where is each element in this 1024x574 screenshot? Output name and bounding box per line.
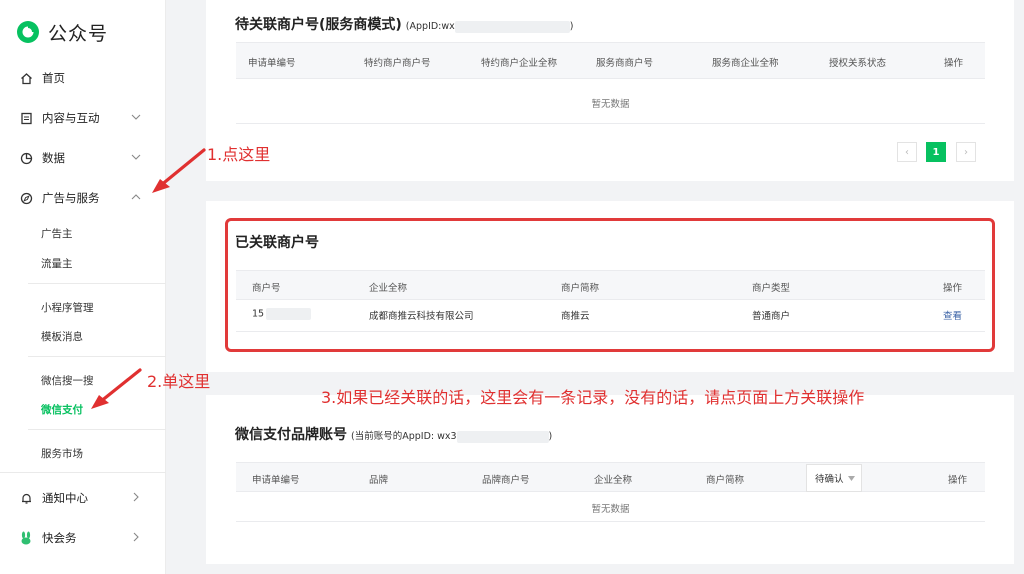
annotation-step1: 1.点这里 [207, 145, 271, 164]
brand-title: 微信支付品牌账号 (当前账号的AppID: wx3) [235, 424, 552, 444]
redacted-appid [454, 20, 570, 33]
col-header: 服务商企业全称 [712, 58, 779, 69]
col-header: 品牌商户号 [482, 475, 530, 486]
brand-table-header: 申请单编号 品牌 品牌商户号 企业全称 商户简称 待确认 操作 [236, 462, 985, 492]
sidebar-item-label: 内容与互动 [42, 111, 100, 125]
redacted-appid [456, 430, 549, 443]
sidebar-item-label: 通知中心 [42, 491, 88, 505]
app-name: 公众号 [48, 22, 109, 45]
annotation-step2: 2.单这里 [147, 372, 211, 391]
empty-state: 暂无数据 [591, 99, 630, 110]
appid-suffix: ) [548, 431, 553, 442]
col-header: 操作 [948, 475, 968, 486]
document-icon [19, 111, 33, 125]
caret-down-icon [848, 476, 855, 481]
sidebar-item-data[interactable]: 数据 [0, 147, 166, 169]
col-header: 商户简称 [706, 475, 745, 486]
sidebar-divider [0, 472, 166, 473]
col-header: 品牌 [369, 475, 389, 486]
compass-icon [19, 191, 33, 205]
pending-merchants-card: 待关联商户号(服务商模式) (AppID:wx) 申请单编号 特约商户商户号 特约… [206, 0, 1014, 181]
sidebar-item-label: 广告与服务 [42, 191, 100, 205]
sidebar-item-label: 数据 [42, 151, 65, 165]
sidebar-sub-wechat-pay[interactable]: 微信支付 [41, 402, 83, 417]
next-page-button[interactable]: › [956, 142, 976, 162]
sidebar-item-ads-services[interactable]: 广告与服务 [0, 187, 166, 209]
brand-table: 申请单编号 品牌 品牌商户号 企业全称 商户简称 待确认 操作 暂无数据 [236, 462, 985, 522]
appid-suffix: ) [569, 21, 574, 32]
table-bottom-border [236, 123, 985, 124]
brand-appid-note: (当前账号的AppID: wx3) [351, 430, 553, 443]
highlight-box [225, 218, 995, 352]
sidebar-item-label: 快会务 [42, 531, 77, 545]
current-page-button[interactable]: 1 [926, 142, 946, 162]
col-header: 服务商商户号 [596, 58, 654, 69]
sidebar-divider [28, 283, 166, 284]
appid-prefix: (AppID:wx [405, 21, 455, 32]
prev-page-button[interactable]: ‹ [897, 142, 917, 162]
pending-appid-note: (AppID:wx) [405, 20, 574, 33]
col-header: 操作 [944, 58, 964, 69]
sidebar-item-content[interactable]: 内容与互动 [0, 107, 166, 129]
pending-table-header: 申请单编号 特约商户商户号 特约商户企业全称 服务商商户号 服务商企业全称 授权… [236, 42, 985, 79]
sidebar-sub-template-msg[interactable]: 模板消息 [41, 329, 83, 344]
appid-prefix: (当前账号的AppID: wx3 [351, 431, 457, 442]
sidebar-divider [28, 429, 166, 430]
col-header: 申请单编号 [252, 475, 300, 486]
sidebar-sub-miniprogram[interactable]: 小程序管理 [41, 300, 94, 315]
brand-title-text: 微信支付品牌账号 [235, 427, 347, 443]
col-header: 授权关系状态 [829, 58, 887, 69]
annotation-step3: 3.如果已经关联的话，这里会有一条记录，没有的话，请点页面上方关联操作 [321, 388, 865, 407]
sidebar-divider [28, 356, 166, 357]
sidebar-item-home[interactable]: 首页 [0, 67, 166, 89]
bell-icon [19, 491, 33, 505]
chart-pie-icon [19, 151, 33, 165]
pending-title: 待关联商户号(服务商模式) (AppID:wx) [235, 14, 574, 34]
rabbit-icon [19, 531, 33, 545]
table-bottom-border [236, 521, 985, 522]
pending-table: 申请单编号 特约商户商户号 特约商户企业全称 服务商商户号 服务商企业全称 授权… [236, 42, 985, 124]
chevron-down-icon [131, 154, 141, 160]
sidebar-item-notifications[interactable]: 通知中心 [0, 487, 166, 509]
status-filter-label: 待确认 [815, 474, 844, 485]
col-header: 特约商户企业全称 [481, 58, 558, 69]
chevron-down-icon [131, 114, 141, 120]
col-header: 企业全称 [594, 475, 633, 486]
col-header: 特约商户商户号 [364, 58, 431, 69]
wechat-logo-icon [17, 21, 39, 43]
sidebar-item-label: 首页 [42, 71, 65, 85]
annotation-arrow-icon [152, 148, 206, 193]
chevron-up-icon [131, 194, 141, 200]
sidebar: 公众号 首页 内容与互动 数据 广告与服务 广告主 流量主 小程序管理 模板消息… [0, 0, 166, 574]
sidebar-sub-service-market[interactable]: 服务市场 [41, 446, 83, 461]
status-filter-dropdown[interactable]: 待确认 [806, 464, 862, 492]
annotation-arrow-icon [91, 368, 142, 409]
pending-title-text: 待关联商户号(服务商模式) [235, 17, 402, 33]
app-logo[interactable]: 公众号 [16, 18, 108, 46]
sidebar-sub-advertiser[interactable]: 广告主 [41, 226, 73, 241]
sidebar-item-kuaihuiwu[interactable]: 快会务 [0, 527, 166, 549]
home-icon [19, 71, 33, 85]
chevron-right-icon [133, 532, 139, 542]
brand-account-card: 微信支付品牌账号 (当前账号的AppID: wx3) 申请单编号 品牌 品牌商户号… [206, 395, 1014, 564]
col-header: 申请单编号 [248, 58, 296, 69]
sidebar-sub-publisher[interactable]: 流量主 [41, 256, 73, 271]
chevron-right-icon [133, 492, 139, 502]
empty-state: 暂无数据 [591, 504, 630, 515]
